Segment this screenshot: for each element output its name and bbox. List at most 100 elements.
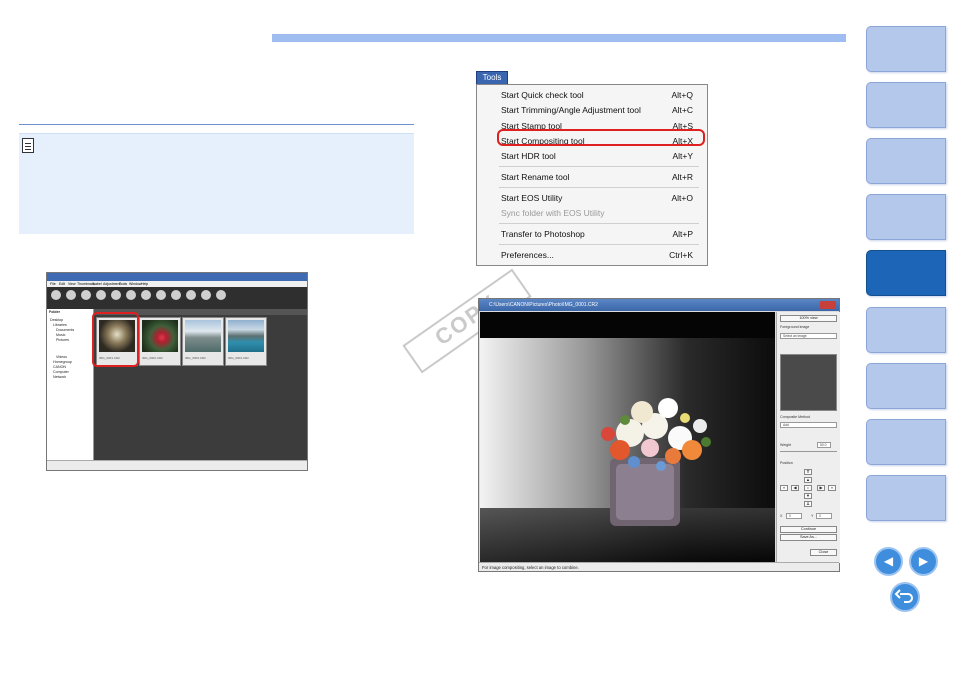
return-page-icon[interactable] [890,582,920,612]
move-top-icon[interactable]: ⇈ [804,469,812,475]
nav-tab-3[interactable] [866,138,946,184]
compositing-image-area [480,312,775,563]
weight-slider[interactable] [780,451,837,452]
nav-tab-1[interactable] [866,26,946,72]
y-input[interactable]: 0 [816,513,832,519]
x-input[interactable]: 0 [786,513,802,519]
dpp-main-window-screenshot: File Edit View Thumbnails Label Adjustme… [46,272,308,471]
x-label: X [780,514,783,518]
move-center-icon[interactable]: • [804,485,812,491]
foreground-label: Foreground image [780,325,810,329]
toolbar-icon[interactable] [186,290,196,300]
toolbar-icon[interactable] [96,290,106,300]
menu-item-rename[interactable]: Start Rename tool Alt+R [501,172,697,183]
dpp-status-bar [47,460,307,470]
dpp-folder-panel: Folder Desktop Libraries Documents Music… [47,309,94,462]
y-label: Y [811,514,814,518]
move-up-icon[interactable]: ▲ [804,477,812,483]
folder-tab[interactable]: Folder [49,310,60,314]
nav-tab-6[interactable] [866,307,946,353]
composite-method-select[interactable]: Add [780,422,837,428]
tree-item[interactable]: Documents [56,328,74,332]
menu-separator [499,244,699,245]
tools-menu-screenshot: Tools Start Quick check tool Alt+Q Start … [476,71,708,266]
menu-item-trimming[interactable]: Start Trimming/Angle Adjustment tool Alt+… [501,105,697,116]
position-label: Position [780,461,793,465]
section-rule [19,124,414,125]
thumbnail[interactable]: IMG_0002.CR2 [139,317,181,366]
toolbar-icon[interactable] [111,290,121,300]
toolbar-icon[interactable] [201,290,211,300]
toolbar-icon[interactable] [51,290,61,300]
compositing-title-bar: C:\Users\CANON\Pictures\Photo\IMG_0001.C… [479,299,839,311]
menu-separator [499,187,699,188]
dpp-title-bar [47,273,307,281]
compositing-window-screenshot: C:\Users\CANON\Pictures\Photo\IMG_0001.C… [478,298,840,572]
tree-item[interactable]: Music [56,333,65,337]
previous-page-icon[interactable]: ◀ [874,547,903,576]
composite-method-label: Composite Method [780,415,811,419]
tools-menu-tab[interactable]: Tools [476,71,508,85]
nav-tab-7[interactable] [866,363,946,409]
header-rule [272,34,846,42]
view-100-button[interactable]: 100% view [780,315,837,322]
menu-item-eos-utility[interactable]: Start EOS Utility Alt+O [501,193,697,204]
move-right-icon[interactable]: ▶ [817,485,825,491]
toolbar-icon[interactable] [216,290,226,300]
compositing-status-bar: For image compositing, select an image t… [479,562,839,571]
window-close-icon[interactable] [820,301,836,309]
tree-item[interactable]: Homegroup [53,360,72,364]
menu-item-preferences[interactable]: Preferences... Ctrl+K [501,250,697,261]
menu-item-transfer-photoshop[interactable]: Transfer to Photoshop Alt+P [501,229,697,240]
move-down-icon[interactable]: ▼ [804,493,812,499]
tree-item[interactable]: Computer [53,370,69,374]
thumbnail-image [185,320,221,352]
thumbnail-image [142,320,178,352]
save-as-button[interactable]: Save As... [780,534,837,541]
toolbar-icon[interactable] [81,290,91,300]
note-box [19,133,414,234]
move-far-right-icon[interactable]: » [828,485,836,491]
tree-item[interactable]: Desktop [50,318,63,322]
thumbnail[interactable]: IMG_0003.CR2 [182,317,224,366]
toolbar-icon[interactable] [141,290,151,300]
move-bottom-icon[interactable]: ⇊ [804,501,812,507]
nav-tab-2[interactable] [866,82,946,128]
continue-button[interactable]: Continue [780,526,837,533]
menu-item-sync-folder: Sync folder with EOS Utility [501,208,605,218]
weight-input[interactable]: 50.0 [817,442,831,448]
tree-item[interactable]: Pictures [56,338,69,342]
toolbar-icon[interactable] [156,290,166,300]
thumbnail[interactable]: IMG_0004.CR2 [225,317,267,366]
nav-tab-4[interactable] [866,194,946,240]
foreground-select[interactable]: Select an image [780,333,837,339]
nav-tab-5-active[interactable] [866,250,946,296]
nav-tab-8[interactable] [866,419,946,465]
menu-item-hdr[interactable]: Start HDR tool Alt+Y [501,151,697,162]
toolbar-icon[interactable] [171,290,181,300]
nav-tab-9[interactable] [866,475,946,521]
tree-item[interactable]: Libraries [53,323,67,327]
move-far-left-icon[interactable]: « [780,485,788,491]
next-page-icon[interactable]: ▶ [909,547,938,576]
tools-menu-list: Start Quick check tool Alt+Q Start Trimmi… [476,84,708,266]
compositing-highlight-ring [497,129,705,146]
close-button[interactable]: Close [810,549,837,556]
menu-separator [499,166,699,167]
foreground-preview [780,354,837,411]
move-left-icon[interactable]: ◀ [791,485,799,491]
dpp-toolbar [47,287,307,309]
thumbnail-caption: IMG_0004.CR2 [228,356,249,360]
toolbar-icon[interactable] [66,290,76,300]
flower-photo [480,338,775,562]
note-icon [22,138,34,153]
tree-item[interactable]: CANON [53,365,66,369]
menu-item-quick-check[interactable]: Start Quick check tool Alt+Q [501,90,697,101]
thumbnail-caption: IMG_0002.CR2 [142,356,163,360]
tree-item[interactable]: Videos [56,355,67,359]
thumbnail-image [228,320,264,352]
tree-item[interactable]: Network [53,375,66,379]
compositing-control-panel: 100% view Foreground image Select an ima… [776,312,840,563]
toolbar-icon[interactable] [126,290,136,300]
thumbnail-caption: IMG_0003.CR2 [185,356,206,360]
